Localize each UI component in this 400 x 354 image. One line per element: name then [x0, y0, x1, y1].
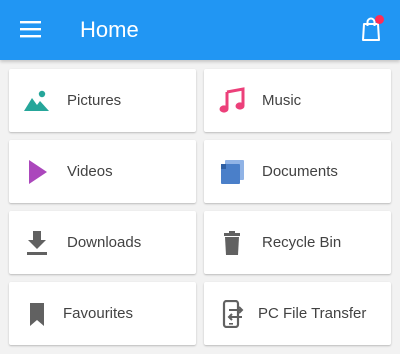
image-icon — [24, 90, 49, 111]
download-icon — [27, 231, 47, 255]
bookmark-icon — [30, 303, 44, 326]
documents-icon — [221, 160, 244, 184]
category-label: Pictures — [67, 92, 122, 109]
category-card-recycle-bin[interactable]: Recycle Bin — [204, 211, 391, 274]
category-card-downloads[interactable]: Downloads — [9, 211, 196, 274]
category-card-favourites[interactable]: Favourites — [9, 282, 196, 345]
category-card-documents[interactable]: Documents — [204, 140, 391, 203]
category-label: Recycle Bin — [262, 234, 342, 251]
category-card-videos[interactable]: Videos — [9, 140, 196, 203]
category-grid: Pictures Music Videos Documents Download… — [0, 0, 400, 354]
category-card-pc-file-transfer[interactable]: PC File Transfer — [204, 282, 391, 345]
category-label: Downloads — [67, 234, 142, 251]
category-card-music[interactable]: Music — [204, 69, 391, 132]
category-label: Favourites — [63, 305, 134, 322]
category-label: Documents — [262, 163, 338, 180]
category-label: Music — [262, 92, 302, 109]
trash-icon — [224, 231, 240, 255]
music-note-icon — [219, 87, 245, 113]
pc-transfer-icon — [222, 300, 244, 328]
category-label: PC File Transfer — [258, 305, 367, 322]
category-card-pictures[interactable]: Pictures — [9, 69, 196, 132]
play-icon — [29, 160, 47, 184]
category-label: Videos — [67, 163, 113, 180]
